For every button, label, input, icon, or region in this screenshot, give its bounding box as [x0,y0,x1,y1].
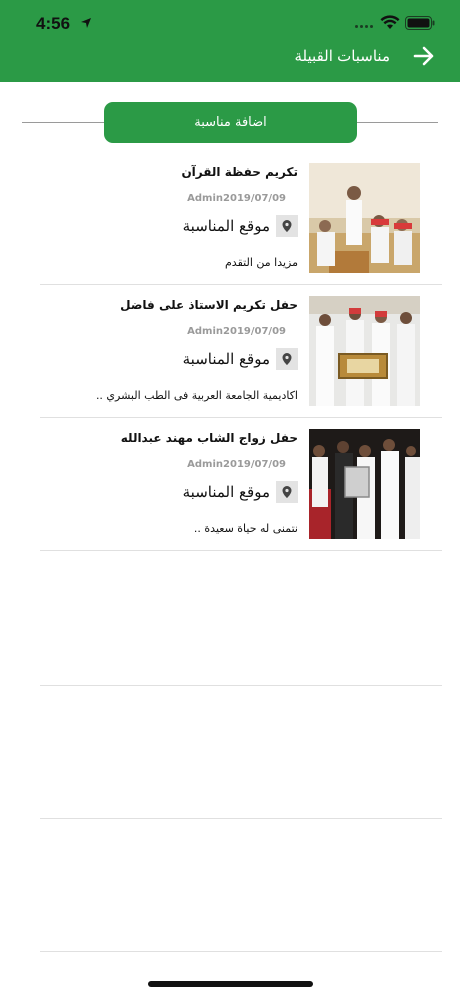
event-photo [309,163,420,273]
event-date: 2019/07/09 [223,193,286,204]
event-author: Admin [187,459,224,470]
map-pin-icon [276,348,298,370]
add-event-button[interactable]: اضافة مناسبة [104,102,357,143]
event-title: حفل تكريم الاستاذ على فاضل [120,298,298,312]
home-indicator[interactable] [148,981,313,987]
event-description: مزيدا من التقدم [225,256,298,269]
event-meta: Admin2019/07/09 [187,193,298,204]
location-services-icon [81,18,91,28]
event-photo [309,296,420,406]
list-separator [40,685,442,686]
event-location[interactable]: موقع المناسبة [183,348,298,370]
event-meta: Admin2019/07/09 [187,459,298,470]
battery-icon [405,16,435,30]
event-location[interactable]: موقع المناسبة [183,215,298,237]
event-meta: Admin2019/07/09 [187,326,298,337]
location-label: موقع المناسبة [182,350,270,368]
event-author: Admin [187,326,224,337]
event-location[interactable]: موقع المناسبة [183,481,298,503]
event-item[interactable]: حفل تكريم الاستاذ على فاضل Admin2019/07/… [40,285,442,418]
page-title: مناسبات القبيلة [294,48,390,65]
map-pin-icon [276,481,298,503]
event-date: 2019/07/09 [223,326,286,337]
status-time: 4:56 [36,14,71,33]
app-header: 4:56 مناسبات القبيلة [0,0,460,82]
event-description: نتمنى له حياة سعيدة .. [193,522,298,535]
list-separator [40,818,442,819]
location-label: موقع المناسبة [182,217,270,235]
event-title: حفل زواج الشاب مهند عبدالله [120,431,298,445]
event-description: اكاديمية الجامعة العربية فى الطب البشري … [95,389,298,402]
wifi-icon [380,15,400,29]
location-label: موقع المناسبة [182,483,270,501]
event-author: Admin [187,193,224,204]
event-item[interactable]: تكريم حفظة القرآن Admin2019/07/09 موقع ا… [40,152,442,285]
event-title: تكريم حفظة القرآن [181,165,298,179]
list-separator [40,951,442,952]
event-date: 2019/07/09 [223,459,286,470]
event-item[interactable]: حفل زواج الشاب مهند عبدالله Admin2019/07… [40,418,442,551]
cellular-signal-icon [355,25,377,30]
map-pin-icon [276,215,298,237]
arrow-right-icon[interactable] [413,46,435,66]
event-photo [309,429,420,539]
